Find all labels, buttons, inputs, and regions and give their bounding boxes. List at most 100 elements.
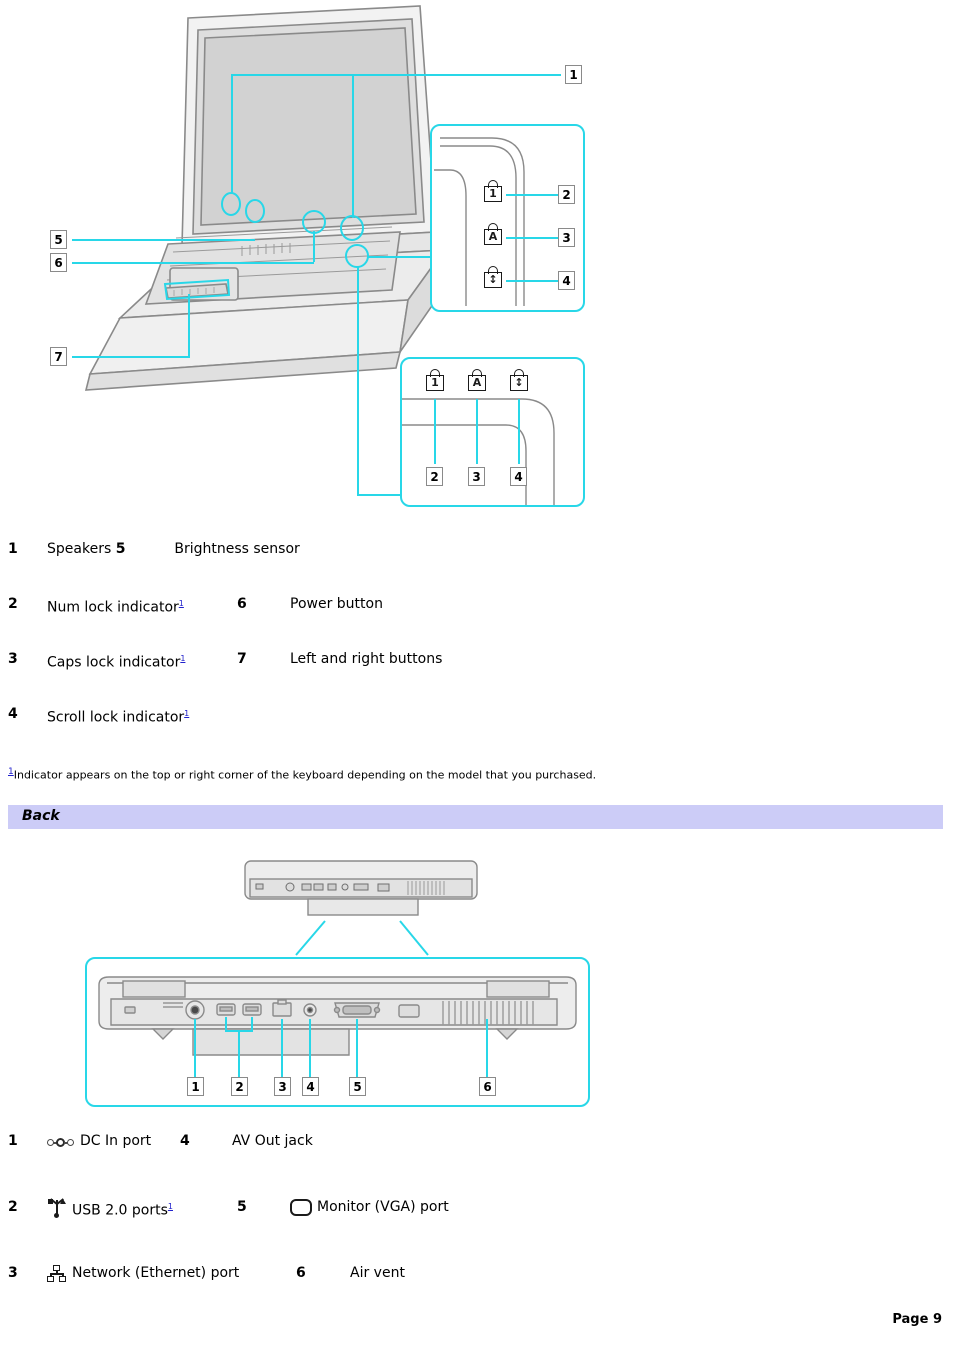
item-label-2-text: Brightness sensor [174,541,300,557]
item-number: 1 [8,1133,18,1149]
list-item: 1 Speakers 5 Brightness sensor [0,540,954,595]
detail-drop-4 [518,399,520,464]
list-item: 2 Num lock indicator1 6 Power button [0,595,954,650]
item-number-2: 5 [237,1199,247,1215]
rear-detail-panel: 1 2 3 4 5 6 [85,957,590,1107]
footnote-ref[interactable]: 1 [180,654,185,663]
item-label: Network (Ethernet) port [72,1265,240,1281]
num-lock-glyph: 1 [426,375,444,391]
detail-callout-4b: 4 [510,467,527,486]
detail-drop-3 [476,399,478,464]
item-label-2: Monitor (VGA) port [317,1199,449,1215]
back-components-list: 1 DC In port 4 AV Out jack 2 USB 2.0 por… [0,1132,954,1330]
detail-line-2 [506,194,561,196]
scroll-lock-glyph: ↕ [510,375,528,391]
item-number: 2 [8,1199,18,1215]
usb-icon [48,1198,66,1218]
panel-link-right [368,256,433,258]
list-item: 3 Caps lock indicator1 7 Left and right … [0,650,954,705]
detail-drop-2 [434,399,436,464]
detail-line-3 [506,237,561,239]
rear-callout-1: 1 [187,1077,204,1096]
indicator-detail-panel-bottom: 1 A ↕ 2 3 4 [400,357,585,507]
rear-callout-3: 3 [274,1077,291,1096]
detail-line-4 [506,280,561,282]
item-label-text: Num lock indicator [47,599,179,616]
callout-line-6-up [313,231,315,262]
section-title: Back [22,808,60,824]
dc-in-icon [47,1138,75,1148]
callout-line-1 [231,74,561,76]
item-label: DC In port [80,1133,152,1149]
callout-line-5 [72,239,255,241]
callout-5: 5 [50,230,67,249]
item-label: Caps lock indicator1 [47,650,185,672]
item-number-2: 7 [237,651,247,667]
ethernet-icon [47,1265,67,1283]
detail-callout-4: 4 [558,271,575,290]
item-number-2: 6 [296,1265,306,1281]
panel-link-bottom-v [357,266,359,496]
front-view-diagram: 1 5 6 7 1 2 A 3 ↕ 4 1 A ↕ 2 3 4 [0,0,954,520]
item-label-2: Power button [290,596,383,612]
callout-7: 7 [50,347,67,366]
detail-callout-2: 2 [558,185,575,204]
num-lock-icon: 1 [484,180,502,202]
rear-callout-6: 6 [479,1077,496,1096]
item-label-text: Speakers [47,541,112,557]
detail-callout-3: 3 [558,228,575,247]
detail-callout-3b: 3 [468,467,485,486]
scroll-lock-icon: ↕ [484,266,502,288]
section-header-back: Back [8,805,943,829]
item-label-text: Scroll lock indicator [47,709,185,726]
caps-lock-icon: A [468,369,486,391]
callout-line-6 [72,262,314,264]
num-lock-icon: 1 [426,369,444,391]
vga-icon [290,1199,312,1216]
callout-line-1-drop-b [352,74,354,218]
item-label: USB 2.0 ports1 [72,1198,173,1220]
caps-lock-icon: A [484,223,502,245]
callout-line-7-up [188,294,190,356]
rear-callout-2: 2 [231,1077,248,1096]
indicator-detail-panel-right: 1 2 A 3 ↕ 4 [430,124,585,312]
footnote-ref[interactable]: 1 [179,599,184,608]
list-item: 2 USB 2.0 ports1 5 Monitor (VGA) port [0,1198,954,1264]
list-item: 1 DC In port 4 AV Out jack [0,1132,954,1198]
item-label-2: Left and right buttons [290,651,443,667]
footnote-text: Indicator appears on the top or right co… [13,768,597,782]
item-number: 4 [8,706,18,722]
num-lock-glyph: 1 [484,186,502,202]
list-item: 3 Network (Ethernet) port 6 Air vent [0,1264,954,1330]
page-number: Page 9 [892,1312,942,1327]
footnote: 1Indicator appears on the top or right c… [8,765,596,783]
item-label-2: Air vent [350,1265,405,1281]
callout-line-7 [72,356,190,358]
callout-1: 1 [565,65,582,84]
rear-callout-4: 4 [302,1077,319,1096]
callout-line-1-drop-a [231,74,233,194]
item-label-text: USB 2.0 ports [72,1202,168,1219]
item-number: 3 [8,1265,18,1281]
item-number-2: 5 [115,541,126,557]
item-label: Scroll lock indicator1 [47,705,189,727]
item-label: Num lock indicator1 [47,595,184,617]
detail-callout-2b: 2 [426,467,443,486]
item-number: 3 [8,651,18,667]
footnote-ref[interactable]: 1 [168,1202,173,1211]
item-number-2: 4 [180,1133,190,1149]
item-number: 1 [8,541,18,557]
caps-lock-glyph: A [468,375,486,391]
item-label: Speakers 5 Brightness sensor [47,540,300,558]
scroll-lock-icon: ↕ [510,369,528,391]
footnote-ref[interactable]: 1 [184,709,189,718]
callout-6: 6 [50,253,67,272]
item-label-2: AV Out jack [232,1133,313,1149]
front-components-list: 1 Speakers 5 Brightness sensor 2 Num loc… [0,540,954,760]
scroll-lock-glyph: ↕ [484,272,502,288]
caps-lock-glyph: A [484,229,502,245]
back-view-diagram: 1 2 3 4 5 6 [0,855,954,1115]
item-number-2: 6 [237,596,247,612]
rear-callout-5: 5 [349,1077,366,1096]
item-label-text: Caps lock indicator [47,654,181,671]
